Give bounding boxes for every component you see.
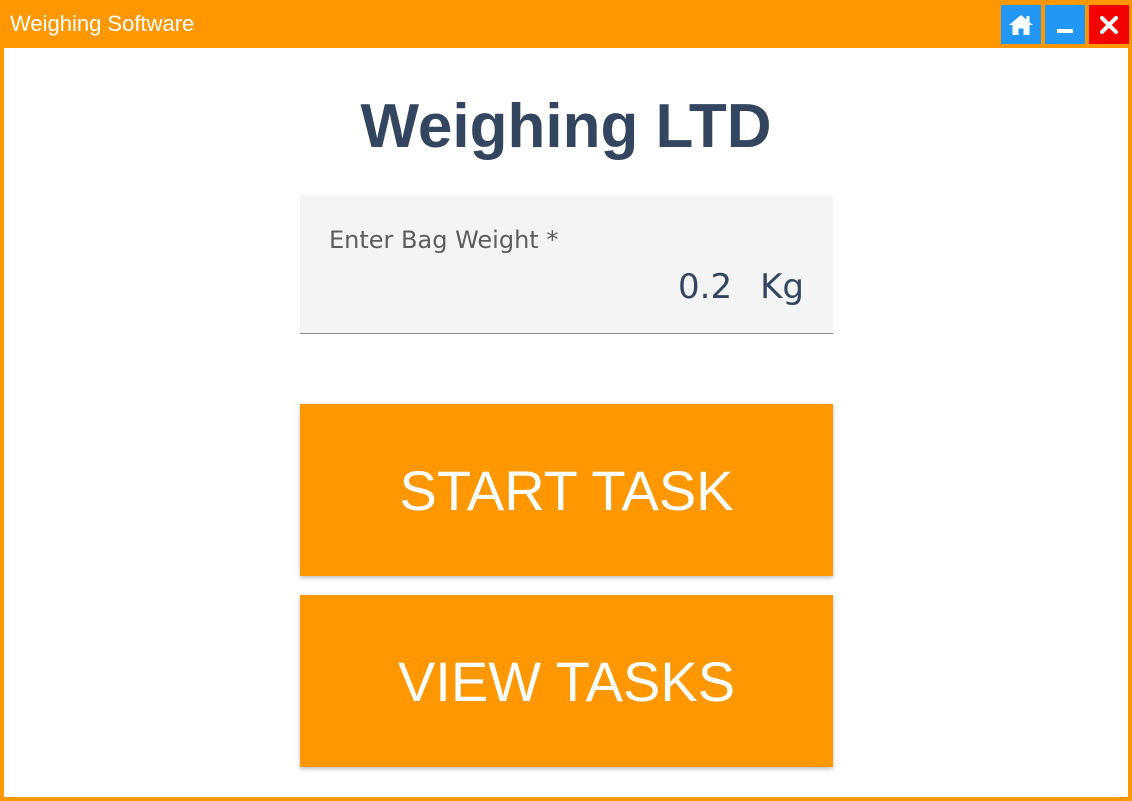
bag-weight-field[interactable]: Enter Bag Weight * 0.2 Kg [300, 195, 833, 334]
close-button[interactable] [1089, 5, 1129, 44]
bag-weight-label: Enter Bag Weight * [329, 226, 559, 254]
app-window: Weighing Software Weighing LTD Enter Bag… [0, 0, 1132, 801]
main-content: Weighing LTD Enter Bag Weight * 0.2 Kg ST… [4, 48, 1128, 797]
close-icon [1100, 15, 1118, 34]
home-icon [1009, 14, 1033, 35]
bag-weight-input[interactable]: 0.2 Kg [678, 267, 804, 307]
page-title: Weighing LTD [360, 92, 772, 161]
minimize-icon [1057, 28, 1073, 33]
home-button[interactable] [1001, 5, 1041, 44]
title-bar: Weighing Software [0, 0, 1132, 48]
bag-weight-unit: Kg [760, 267, 804, 307]
bag-weight-value: 0.2 [678, 267, 733, 307]
start-task-button[interactable]: START TASK [300, 404, 833, 576]
view-tasks-button[interactable]: VIEW TASKS [300, 595, 833, 767]
window-title: Weighing Software [10, 11, 195, 36]
minimize-button[interactable] [1045, 5, 1085, 44]
